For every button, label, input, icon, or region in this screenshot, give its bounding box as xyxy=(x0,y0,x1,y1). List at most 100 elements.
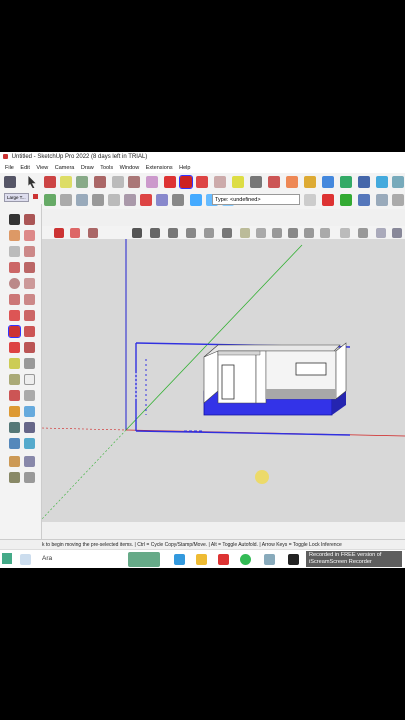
play-icon[interactable] xyxy=(340,194,352,206)
rectangle-tool-icon[interactable] xyxy=(9,262,20,273)
front-icon[interactable] xyxy=(272,228,282,238)
monochrome-icon[interactable] xyxy=(222,228,232,238)
zoom-extents-tool-icon[interactable] xyxy=(9,438,20,449)
paint-tool-icon[interactable] xyxy=(9,230,20,241)
make-component-icon[interactable] xyxy=(24,214,35,225)
xray-icon[interactable] xyxy=(132,228,142,238)
wireframe-icon[interactable] xyxy=(168,228,178,238)
select-tool-icon[interactable] xyxy=(9,214,20,225)
taskbar-search-text[interactable]: Ara xyxy=(42,555,52,562)
task-view-icon[interactable] xyxy=(174,554,185,565)
offset-tool-icon[interactable] xyxy=(24,342,35,353)
iso-view-icon[interactable] xyxy=(190,194,202,206)
face-style-icon[interactable] xyxy=(340,228,350,238)
start-icon[interactable] xyxy=(2,553,12,564)
search-icon[interactable] xyxy=(20,554,31,565)
move-icon[interactable] xyxy=(179,175,193,189)
tape-measure-icon[interactable] xyxy=(232,176,244,188)
3d-text-tool-icon[interactable] xyxy=(24,390,35,401)
menu-draw[interactable]: Draw xyxy=(81,163,94,173)
chrome-icon[interactable] xyxy=(240,554,251,565)
right-icon[interactable] xyxy=(288,228,298,238)
line-tool-icon[interactable] xyxy=(9,246,20,257)
search-icon[interactable] xyxy=(4,176,16,188)
rotate-icon[interactable] xyxy=(196,176,208,188)
back-icon[interactable] xyxy=(304,228,314,238)
section-tool-icon[interactable] xyxy=(24,472,35,483)
select-arrow-icon[interactable] xyxy=(28,176,36,188)
orbit-icon[interactable] xyxy=(304,176,316,188)
menu-view[interactable]: View xyxy=(36,163,48,173)
intersect-icon[interactable] xyxy=(88,228,98,238)
drawing-viewport[interactable] xyxy=(41,239,405,522)
component-icon[interactable] xyxy=(358,228,368,238)
zoom-window-icon[interactable] xyxy=(24,422,35,433)
scale-tool-icon[interactable] xyxy=(9,342,20,353)
iso-icon[interactable] xyxy=(240,228,250,238)
shadow-icon[interactable] xyxy=(392,194,404,206)
scale-icon[interactable] xyxy=(214,176,226,188)
offset-icon[interactable] xyxy=(164,176,176,188)
position-camera-icon[interactable] xyxy=(9,456,20,467)
pie-tool-icon[interactable] xyxy=(24,294,35,305)
walk-icon[interactable] xyxy=(376,176,388,188)
weather-widget-icon[interactable] xyxy=(128,552,160,567)
arc-tool-icon[interactable] xyxy=(9,294,20,305)
left-icon[interactable] xyxy=(320,228,330,238)
outliner-icon[interactable] xyxy=(392,228,402,238)
eraser-tool-icon[interactable] xyxy=(24,230,35,241)
dimension-tool-icon[interactable] xyxy=(24,358,35,369)
paste-icon[interactable] xyxy=(124,194,136,206)
copy-icon[interactable] xyxy=(108,194,120,206)
follow-me-icon[interactable] xyxy=(54,228,64,238)
pan-tool-icon[interactable] xyxy=(24,406,35,417)
axes-tool-icon[interactable] xyxy=(9,390,20,401)
orbit-tool-icon[interactable] xyxy=(9,406,20,417)
new-file-icon[interactable] xyxy=(44,194,56,206)
pan-icon[interactable] xyxy=(322,176,334,188)
zoom-tool-icon[interactable] xyxy=(9,422,20,433)
top-icon[interactable] xyxy=(256,228,266,238)
menu-help[interactable]: Help xyxy=(179,163,190,173)
print-icon[interactable] xyxy=(172,194,184,206)
axes-icon[interactable] xyxy=(268,176,280,188)
rectangle-icon[interactable] xyxy=(76,176,88,188)
save-icon[interactable] xyxy=(76,194,88,206)
zoom-icon[interactable] xyxy=(340,176,352,188)
menu-file[interactable]: File xyxy=(5,163,14,173)
freehand-tool-icon[interactable] xyxy=(24,246,35,257)
polygon-icon[interactable] xyxy=(112,176,124,188)
sketchup-taskbar-icon[interactable] xyxy=(264,554,275,565)
tag-manager-icon[interactable] xyxy=(304,194,316,206)
acrobat-icon[interactable] xyxy=(218,554,229,565)
look-around-tool-icon[interactable] xyxy=(24,456,35,467)
styles-icon[interactable] xyxy=(376,194,388,206)
follow-me-tool-icon[interactable] xyxy=(24,310,35,321)
paint-bucket-icon[interactable] xyxy=(286,176,298,188)
hidden-line-icon[interactable] xyxy=(186,228,196,238)
previous-view-icon[interactable] xyxy=(24,438,35,449)
move-tool-icon[interactable] xyxy=(8,325,21,338)
menu-extensions[interactable]: Extensions xyxy=(146,163,173,173)
menu-window[interactable]: Window xyxy=(120,163,140,173)
tape-tool-icon[interactable] xyxy=(9,358,20,369)
tray-title[interactable]: Large T... xyxy=(4,193,29,202)
materials-icon[interactable] xyxy=(376,228,386,238)
redo-icon[interactable] xyxy=(156,194,168,206)
shaded-icon[interactable] xyxy=(204,228,214,238)
zoom-extents-icon[interactable] xyxy=(358,176,370,188)
menu-edit[interactable]: Edit xyxy=(20,163,29,173)
file-explorer-icon[interactable] xyxy=(196,554,207,565)
scenes-icon[interactable] xyxy=(358,194,370,206)
outer-shell-icon[interactable] xyxy=(70,228,80,238)
push-pull-tool-icon[interactable] xyxy=(9,310,20,321)
look-around-icon[interactable] xyxy=(392,176,404,188)
cut-icon[interactable] xyxy=(92,194,104,206)
rotate-tool-icon[interactable] xyxy=(24,326,35,337)
arc-icon[interactable] xyxy=(128,176,140,188)
text-icon[interactable] xyxy=(250,176,262,188)
protractor-tool-icon[interactable] xyxy=(9,374,20,385)
back-edges-icon[interactable] xyxy=(150,228,160,238)
eraser-icon[interactable] xyxy=(44,176,56,188)
rotated-rectangle-icon[interactable] xyxy=(24,262,35,273)
